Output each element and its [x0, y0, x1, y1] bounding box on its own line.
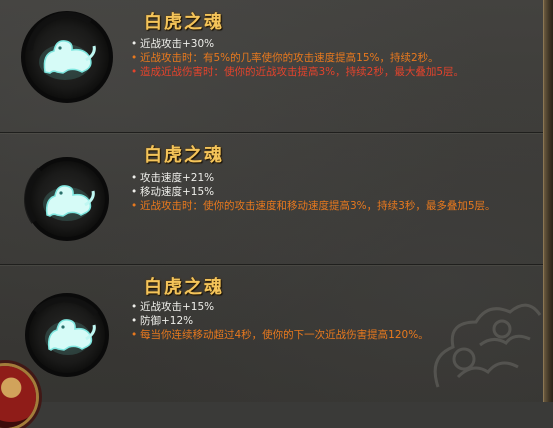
stat-text: 近战攻击+30% [140, 38, 215, 50]
bullet: • [131, 38, 138, 50]
bullet: • [131, 52, 138, 64]
bullet: • [131, 172, 138, 184]
effect-line: • 造成近战伤害时：使你的近战攻击提高3%，持续2秒，最大叠加5层。 [131, 65, 531, 79]
effect-line: • 近战攻击时：有5%的几率使你的攻击速度提高15%，持续2秒。 [131, 51, 531, 65]
bullet: • [131, 301, 138, 313]
soul-title: 白虎之魂 [144, 12, 224, 33]
soul-panel-1: 白虎之魂 • 近战攻击+30% • 近战攻击时：有5%的几率使你的攻击速度提高1… [0, 0, 544, 133]
window-frame-edge [543, 0, 553, 402]
soul-title: 白虎之魂 [144, 277, 224, 298]
effect-text: 近战攻击时：有5%的几率使你的攻击速度提高15%，持续2秒。 [140, 52, 439, 64]
bullet: • [131, 200, 138, 212]
stat-line: • 攻击速度+21% [131, 171, 531, 185]
bullet: • [131, 186, 138, 198]
stat-text: 攻击速度+21% [140, 172, 215, 184]
effect-line: • 近战攻击时：使你的攻击速度和移动速度提高3%，持续3秒，最多叠加5层。 [131, 199, 531, 213]
soul-title: 白虎之魂 [144, 145, 224, 166]
stat-line: • 移动速度+15% [131, 185, 531, 199]
bullet: • [131, 315, 138, 327]
white-tiger-soul-icon [20, 152, 114, 246]
white-tiger-soul-icon [20, 288, 114, 382]
effect-text: 造成近战伤害时：使你的近战攻击提高3%，持续2秒，最大叠加5层。 [140, 66, 465, 78]
soul-effect-list: • 攻击速度+21% • 移动速度+15% • 近战攻击时：使你的攻击速度和移动… [131, 171, 531, 213]
stat-text: 移动速度+15% [140, 186, 215, 198]
bullet: • [131, 329, 138, 341]
soul-effect-list: • 近战攻击+30% • 近战攻击时：有5%的几率使你的攻击速度提高15%，持续… [131, 37, 531, 79]
stat-line: • 近战攻击+30% [131, 37, 531, 51]
white-tiger-soul-icon [20, 10, 114, 104]
cloud-ornament-icon [433, 303, 542, 388]
effect-text: 近战攻击时：使你的攻击速度和移动速度提高3%，持续3秒，最多叠加5层。 [140, 200, 496, 212]
bullet: • [131, 66, 138, 78]
tooltip-window: 白虎之魂 • 近战攻击+30% • 近战攻击时：有5%的几率使你的攻击速度提高1… [0, 0, 553, 428]
